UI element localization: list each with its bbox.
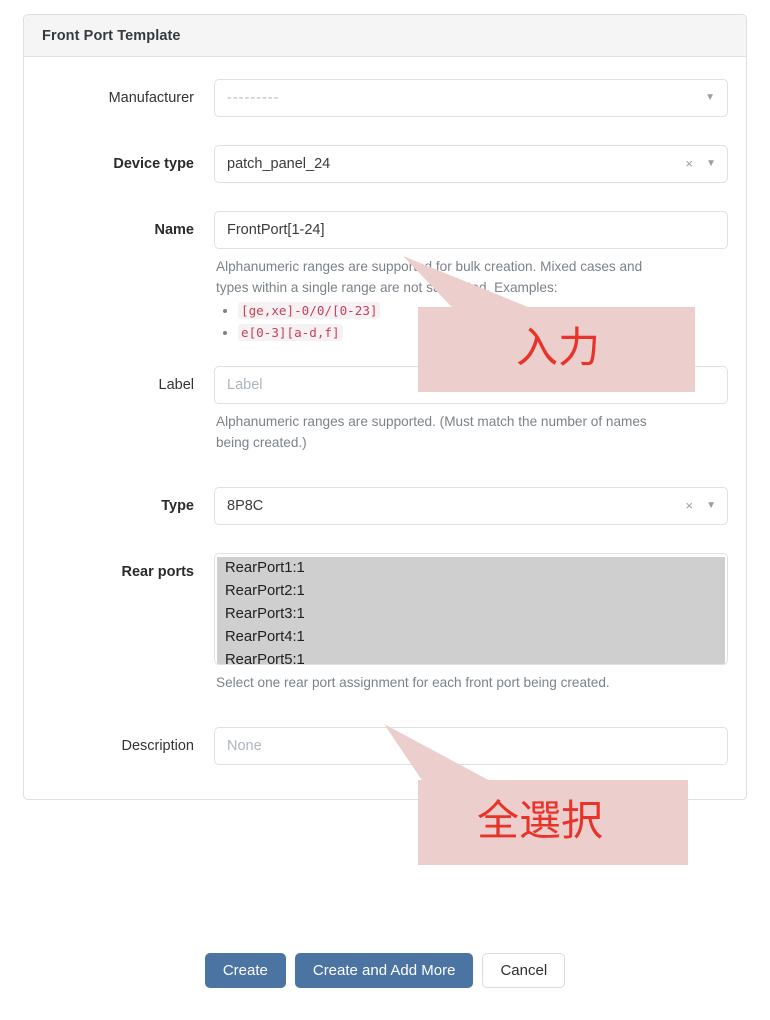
screenshot-root: Front Port Template Manufacturer -------…	[0, 0, 770, 1020]
annotation-label-select-all: 全選択	[477, 796, 604, 845]
device-type-value: patch_panel_24	[227, 156, 331, 172]
type-value: 8P8C	[227, 498, 264, 514]
list-item[interactable]: RearPort1:1	[217, 557, 725, 580]
field-row-rear-ports: Rear ports RearPort1:1 RearPort2:1 RearP…	[42, 553, 728, 693]
form-actions: Create Create and Add More Cancel	[0, 953, 770, 988]
list-item[interactable]: RearPort3:1	[217, 603, 725, 626]
field-row-manufacturer: Manufacturer --------- ▼	[42, 79, 728, 117]
close-icon[interactable]: ×	[685, 146, 693, 182]
type-field: 8P8C × ▼	[214, 487, 728, 525]
example-code-2: e[0-3][a-d,f]	[238, 324, 343, 341]
front-port-template-card: Front Port Template Manufacturer -------…	[23, 14, 747, 800]
chevron-down-icon[interactable]: ▼	[706, 488, 716, 524]
card-title: Front Port Template	[24, 15, 746, 57]
manufacturer-select[interactable]: --------- ▼	[214, 79, 728, 117]
list-item[interactable]: RearPort2:1	[217, 580, 725, 603]
rear-ports-help-text: Select one rear port assignment for each…	[216, 675, 610, 690]
list-item[interactable]: RearPort5:1	[217, 649, 725, 664]
chevron-down-icon[interactable]: ▼	[706, 146, 716, 182]
create-button[interactable]: Create	[204, 953, 286, 988]
rear-ports-field: RearPort1:1 RearPort2:1 RearPort3:1 Rear…	[214, 553, 728, 693]
example-code-1: [ge,xe]-0/0/[0-23]	[238, 302, 381, 319]
manufacturer-label: Manufacturer	[108, 90, 194, 106]
form-body: Manufacturer --------- ▼ Device type pat…	[24, 57, 746, 799]
label-field-label: Label	[158, 377, 194, 393]
rear-ports-listbox[interactable]: RearPort1:1 RearPort2:1 RearPort3:1 Rear…	[214, 553, 728, 665]
name-value: FrontPort[1-24]	[227, 222, 325, 238]
device-type-select[interactable]: patch_panel_24 × ▼	[214, 145, 728, 183]
cancel-button[interactable]: Cancel	[482, 953, 566, 988]
rear-ports-label: Rear ports	[121, 564, 194, 580]
chevron-down-icon[interactable]: ▼	[705, 80, 716, 116]
device-type-label: Device type	[113, 156, 194, 172]
description-label: Description	[121, 738, 194, 754]
label-help-text: Alphanumeric ranges are supported. (Must…	[216, 414, 647, 450]
manufacturer-field: --------- ▼	[214, 79, 728, 117]
type-select[interactable]: 8P8C × ▼	[214, 487, 728, 525]
manufacturer-value: ---------	[227, 90, 280, 106]
name-input[interactable]: FrontPort[1-24]	[214, 211, 728, 249]
type-label: Type	[161, 498, 194, 514]
device-type-field: patch_panel_24 × ▼	[214, 145, 728, 183]
field-row-type: Type 8P8C × ▼	[42, 487, 728, 525]
annotation-label-input: 入力	[516, 323, 601, 372]
create-and-add-more-button[interactable]: Create and Add More	[294, 953, 474, 988]
close-icon[interactable]: ×	[685, 488, 693, 524]
name-label: Name	[154, 222, 195, 238]
list-item[interactable]: RearPort4:1	[217, 626, 725, 649]
field-row-device-type: Device type patch_panel_24 × ▼	[42, 145, 728, 183]
